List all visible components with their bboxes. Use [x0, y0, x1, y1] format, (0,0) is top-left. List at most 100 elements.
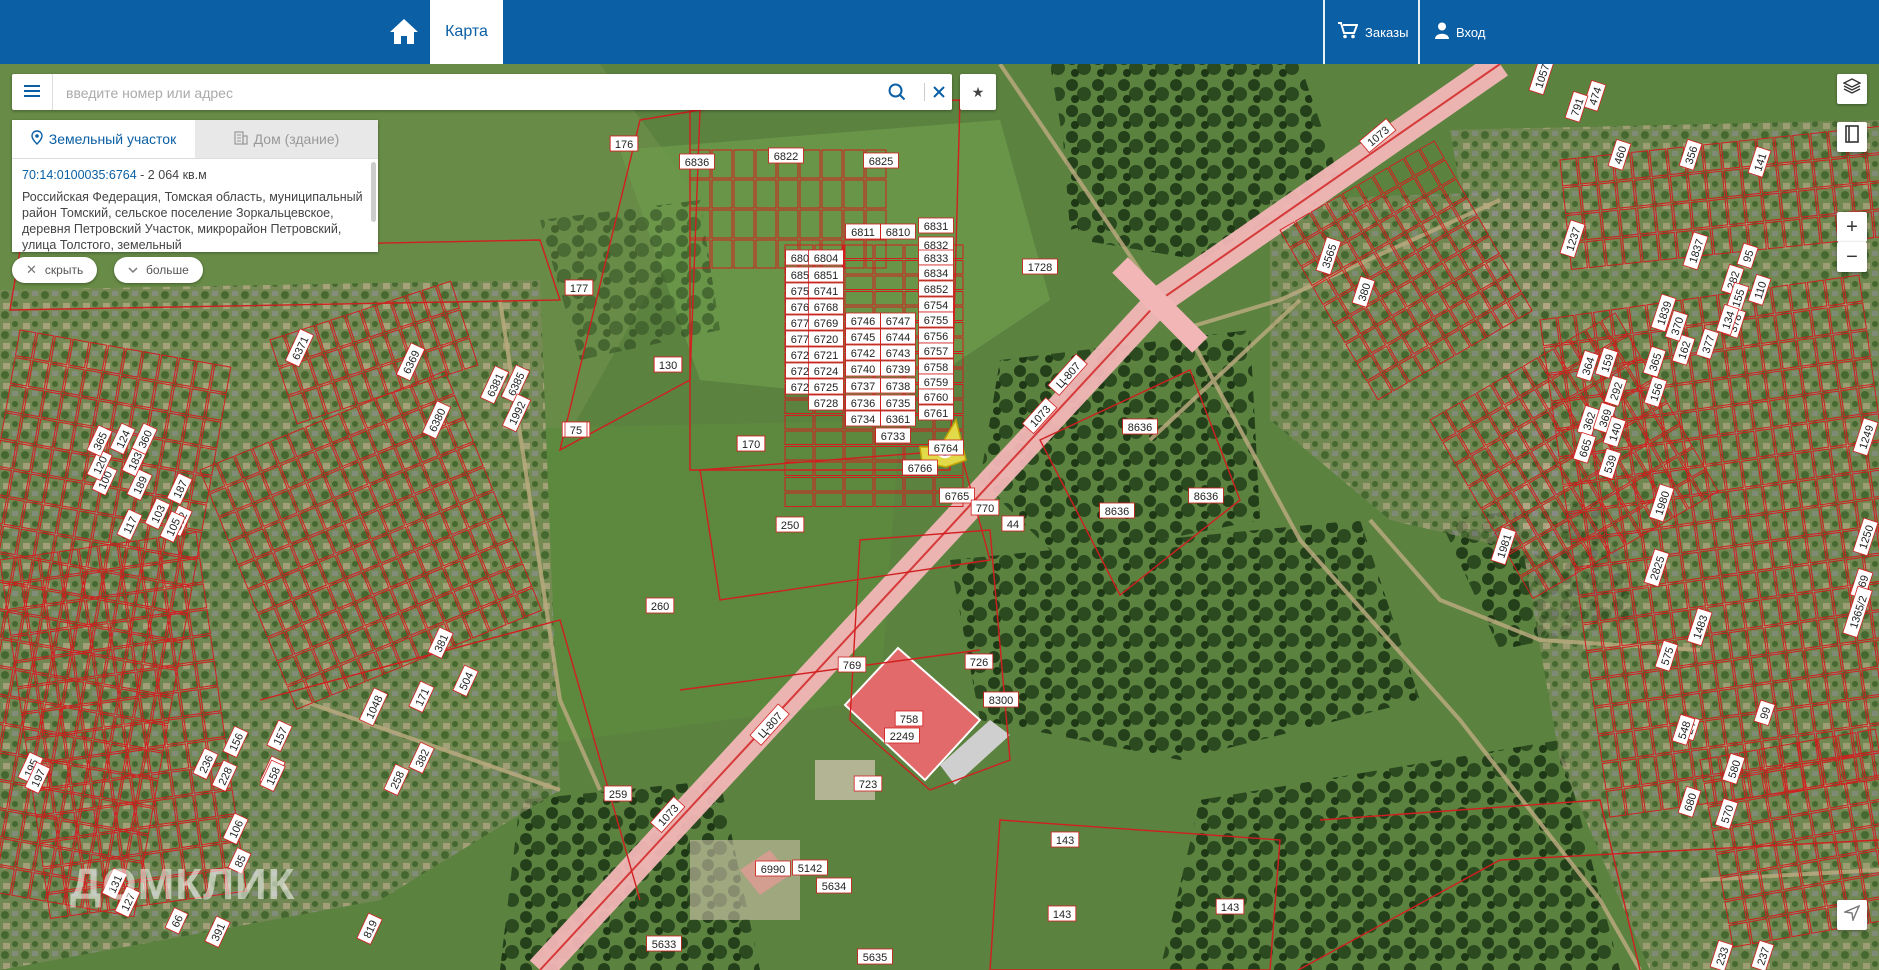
parcel-number-label: 6740 [845, 360, 881, 377]
parcel-info-card: Земельный участок Дом (здание) 70:14:010… [12, 120, 378, 252]
svg-text:1728: 1728 [1028, 262, 1052, 274]
parcel-number-label: 6747 [880, 312, 916, 329]
more-label: больше [146, 263, 189, 277]
parcel-number-label: 6768 [808, 298, 844, 315]
search-bar [12, 74, 952, 110]
parcel-number-label: 6759 [918, 373, 954, 390]
parcel-number-label: 44 [1001, 515, 1025, 532]
parcel-number-label: 1728 [1022, 258, 1058, 275]
svg-text:75: 75 [570, 425, 582, 437]
svg-text:143: 143 [1221, 902, 1239, 914]
parcel-number-label: 6737 [845, 377, 881, 394]
svg-text:6834: 6834 [924, 268, 948, 280]
parcel-number-label: 6728 [808, 394, 844, 411]
parcel-number-label: 177 [564, 279, 594, 296]
layers-button[interactable] [1837, 74, 1867, 104]
parcel-number-label: 6765 [939, 487, 975, 504]
parcel-number-label: 6720 [808, 330, 844, 347]
parcel-number-label: 6811 [845, 223, 881, 240]
parcel-number-label: 6760 [918, 388, 954, 405]
parcel-number-label: 6725 [808, 378, 844, 395]
svg-text:5142: 5142 [798, 863, 822, 875]
scrollbar[interactable] [371, 162, 376, 222]
svg-text:6745: 6745 [851, 332, 875, 344]
parcel-number-label: 143 [1215, 898, 1245, 915]
parcel-number-label: 143 [1047, 905, 1077, 922]
zoom-out-label: − [1846, 245, 1858, 268]
parcel-number-label: 8300 [983, 691, 1019, 708]
parcel-number-label: 6754 [918, 296, 954, 313]
parcel-number-label: 5635 [857, 948, 893, 965]
svg-text:6721: 6721 [814, 350, 838, 362]
tab-land-parcel[interactable]: Земельный участок [12, 120, 195, 158]
zoom-out-button[interactable]: − [1837, 242, 1867, 272]
parcel-number-label: 6724 [808, 362, 844, 379]
parcel-number-label: 723 [853, 775, 883, 792]
home-button[interactable] [378, 0, 430, 64]
parcel-number-label: 6810 [880, 223, 916, 240]
parcel-area: - 2 064 кв.м [136, 168, 207, 182]
svg-text:6769: 6769 [814, 318, 838, 330]
svg-text:6725: 6725 [814, 382, 838, 394]
svg-text:6765: 6765 [945, 491, 969, 503]
chevron-down-icon [128, 263, 138, 277]
parcel-number-label: 6738 [880, 377, 916, 394]
parcel-number-label: 250 [775, 516, 805, 533]
tab-house[interactable]: Дом (здание) [195, 120, 378, 158]
orders-button[interactable]: Заказы [1338, 0, 1408, 64]
tab-map[interactable]: Карта [430, 0, 503, 64]
parcel-number-label: 6804 [808, 249, 844, 266]
parcel-number-label: 769 [837, 656, 867, 673]
parcel-number-label: 6742 [845, 344, 881, 361]
svg-text:8636: 8636 [1194, 491, 1218, 503]
svg-text:6738: 6738 [886, 381, 910, 393]
svg-text:170: 170 [742, 439, 760, 451]
svg-text:6743: 6743 [886, 348, 910, 360]
star-icon: ★ [971, 83, 985, 100]
close-icon[interactable] [930, 83, 948, 101]
hide-button[interactable]: ✕ скрыть [12, 257, 98, 283]
svg-text:5635: 5635 [863, 952, 887, 964]
parcel-number-label: 6758 [918, 358, 954, 375]
cadastral-number-link[interactable]: 70:14:0100035:6764 [22, 168, 137, 182]
zoom-in-button[interactable]: + [1837, 212, 1867, 242]
parcel-number-label: 6746 [845, 312, 881, 329]
parcel-number-label: 6766 [902, 459, 938, 476]
parcel-number-label: 2249 [884, 727, 920, 744]
search-input[interactable] [64, 80, 888, 106]
svg-text:6361: 6361 [886, 414, 910, 426]
svg-text:6811: 6811 [851, 227, 875, 239]
svg-text:260: 260 [651, 601, 669, 613]
svg-text:6740: 6740 [851, 364, 875, 376]
user-icon [1435, 22, 1449, 42]
login-label: Вход [1456, 24, 1486, 40]
svg-text:6733: 6733 [881, 431, 905, 443]
svg-text:6764: 6764 [934, 443, 958, 455]
search-icon[interactable] [888, 83, 906, 101]
more-button[interactable]: больше [114, 257, 203, 283]
svg-text:176: 176 [615, 139, 633, 151]
svg-text:6735: 6735 [886, 398, 910, 410]
zoom-in-label: + [1846, 215, 1858, 238]
parcel-number-label: 6741 [808, 282, 844, 299]
parcel-number-label: 6836 [679, 153, 715, 170]
svg-text:8636: 8636 [1128, 422, 1152, 434]
favorite-button[interactable]: ★ [960, 74, 996, 110]
cart-icon [1338, 22, 1359, 42]
orders-label: Заказы [1365, 24, 1409, 40]
svg-text:6851: 6851 [814, 270, 838, 282]
locate-button[interactable] [1837, 900, 1867, 930]
parcel-number-label: 143 [1050, 831, 1080, 848]
parcel-number-label: 6739 [880, 360, 916, 377]
parcel-number-label: 6822 [768, 147, 804, 164]
parcel-number-label: 5634 [816, 877, 852, 894]
svg-text:8636: 8636 [1105, 506, 1129, 518]
login-button[interactable]: Вход [1435, 0, 1485, 64]
legend-button[interactable] [1837, 122, 1867, 152]
menu-button[interactable] [12, 74, 53, 110]
parcel-number-label: 6831 [918, 217, 954, 234]
svg-text:5634: 5634 [822, 881, 846, 893]
parcel-number-label: 8636 [1122, 418, 1158, 435]
svg-text:6852: 6852 [924, 284, 948, 296]
parcel-number-label: 6733 [875, 427, 911, 444]
